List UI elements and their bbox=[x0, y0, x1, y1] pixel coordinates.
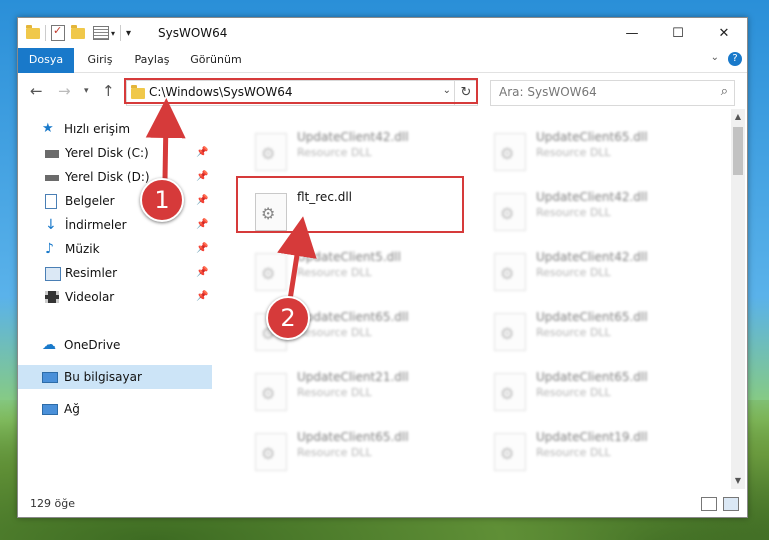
annotation-arrows bbox=[145, 98, 317, 301]
arrow-two bbox=[277, 216, 317, 301]
callout-two: 2 bbox=[266, 296, 310, 340]
callout-one: 1 bbox=[140, 178, 184, 222]
arrow-one bbox=[145, 98, 186, 181]
